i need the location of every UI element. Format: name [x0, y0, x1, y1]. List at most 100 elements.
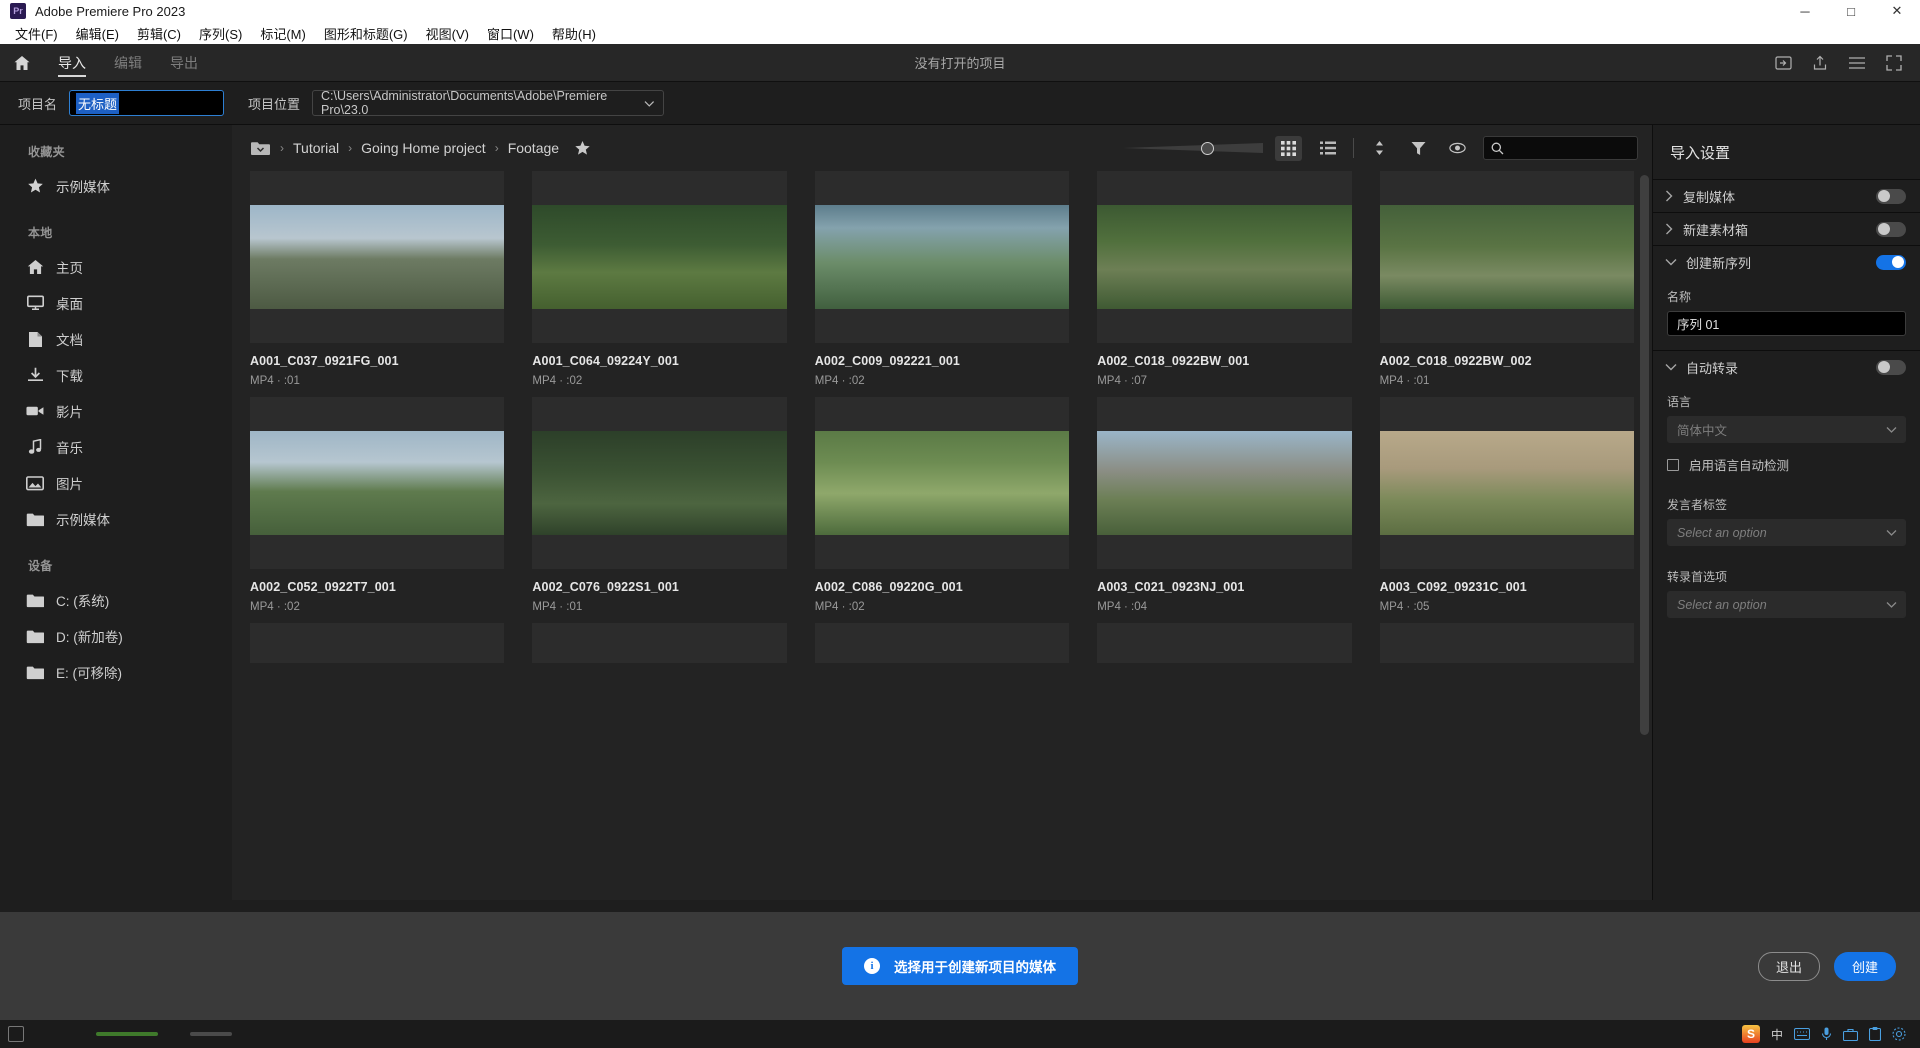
preference-select[interactable]: Select an option — [1667, 591, 1906, 618]
settings-icon[interactable] — [1892, 1027, 1906, 1041]
keyboard-icon[interactable] — [1794, 1028, 1810, 1040]
section-auto-transcribe-header[interactable]: 自动转录 — [1653, 351, 1920, 383]
language-select[interactable]: 简体中文 — [1667, 416, 1906, 443]
mode-tab-0[interactable]: 导入 — [44, 44, 100, 82]
copy-media-toggle[interactable] — [1876, 189, 1906, 204]
media-card[interactable]: A002_C076_0922S1_001MP4 · :01 — [532, 397, 786, 613]
media-thumbnail[interactable] — [250, 397, 504, 569]
project-name-input[interactable]: 无标题 — [69, 90, 224, 116]
media-thumbnail[interactable] — [1380, 397, 1634, 569]
favorite-star-icon[interactable] — [574, 140, 591, 156]
sidebar-item-2-2[interactable]: E: (可移除) — [0, 654, 232, 690]
media-thumbnail[interactable] — [1380, 171, 1634, 343]
select-media-notice[interactable]: i 选择用于创建新项目的媒体 — [842, 947, 1078, 985]
media-card[interactable]: A002_C018_0922BW_002MP4 · :01 — [1380, 171, 1634, 387]
media-card[interactable]: A001_C064_09224Y_001MP4 · :02 — [532, 171, 786, 387]
media-thumbnail[interactable] — [1097, 171, 1351, 343]
media-card-partial[interactable] — [250, 623, 504, 663]
minimize-button[interactable]: ─ — [1782, 0, 1828, 22]
sidebar-item-2-1[interactable]: D: (新加卷) — [0, 618, 232, 654]
sequence-name-input[interactable]: 序列 01 — [1667, 311, 1906, 336]
close-button[interactable]: ✕ — [1874, 0, 1920, 22]
sidebar-item-2-0[interactable]: C: (系统) — [0, 582, 232, 618]
breadcrumb-item-1[interactable]: Going Home project — [361, 140, 486, 156]
media-card[interactable]: A002_C018_0922BW_001MP4 · :07 — [1097, 171, 1351, 387]
mode-tab-2[interactable]: 导出 — [156, 44, 212, 82]
media-thumbnail[interactable] — [1097, 623, 1351, 663]
home-button[interactable] — [0, 54, 44, 72]
preview-eye-button[interactable] — [1444, 136, 1471, 161]
filter-button[interactable] — [1405, 136, 1432, 161]
media-card[interactable]: A001_C037_0921FG_001MP4 · :01 — [250, 171, 504, 387]
menu-item-8[interactable]: 帮助(H) — [543, 22, 605, 45]
list-view-button[interactable] — [1314, 136, 1341, 161]
media-thumbnail[interactable] — [532, 397, 786, 569]
menu-item-4[interactable]: 标记(M) — [251, 22, 315, 45]
taskbar-app-icon[interactable] — [8, 1026, 24, 1042]
auto-detect-language-checkbox[interactable]: 启用语言自动检测 — [1667, 455, 1906, 474]
sidebar-item-1-0[interactable]: 主页 — [0, 249, 232, 285]
slider-knob[interactable] — [1201, 142, 1214, 155]
media-card[interactable]: A003_C021_0923NJ_001MP4 · :04 — [1097, 397, 1351, 613]
section-copy-media-header[interactable]: 复制媒体 — [1653, 180, 1920, 212]
create-button[interactable]: 创建 — [1834, 952, 1896, 981]
menu-item-3[interactable]: 序列(S) — [190, 22, 251, 45]
thumbnail-size-slider[interactable] — [1123, 139, 1263, 157]
sidebar-item-1-2[interactable]: 文档 — [0, 321, 232, 357]
media-card-partial[interactable] — [1097, 623, 1351, 663]
mode-tab-1[interactable]: 编辑 — [100, 44, 156, 82]
microphone-icon[interactable] — [1821, 1027, 1832, 1041]
grid-view-button[interactable] — [1275, 136, 1302, 161]
sidebar-item-1-6[interactable]: 图片 — [0, 465, 232, 501]
media-card-partial[interactable] — [1380, 623, 1634, 663]
media-thumbnail[interactable] — [250, 623, 504, 663]
menu-item-0[interactable]: 文件(F) — [6, 22, 67, 45]
section-new-bin-header[interactable]: 新建素材箱 — [1653, 213, 1920, 245]
search-input[interactable] — [1483, 136, 1638, 160]
breadcrumb-item-2[interactable]: Footage — [508, 140, 559, 156]
new-bin-toggle[interactable] — [1876, 222, 1906, 237]
media-card-partial[interactable] — [532, 623, 786, 663]
media-card[interactable]: A002_C009_092221_001MP4 · :02 — [815, 171, 1069, 387]
vertical-scrollbar[interactable] — [1640, 175, 1649, 735]
sidebar-item-1-4[interactable]: 影片 — [0, 393, 232, 429]
media-thumbnail[interactable] — [250, 171, 504, 343]
media-thumbnail[interactable] — [815, 623, 1069, 663]
media-card[interactable]: A003_C092_09231C_001MP4 · :05 — [1380, 397, 1634, 613]
sidebar-item-1-7[interactable]: 示例媒体 — [0, 501, 232, 537]
cancel-button[interactable]: 退出 — [1758, 952, 1820, 981]
media-thumbnail[interactable] — [1097, 397, 1351, 569]
clipboard-icon[interactable] — [1869, 1027, 1881, 1041]
media-card-partial[interactable] — [815, 623, 1069, 663]
breadcrumb-item-0[interactable]: Tutorial — [293, 140, 339, 156]
auto-transcribe-toggle[interactable] — [1876, 360, 1906, 375]
menu-icon[interactable] — [1848, 56, 1866, 70]
menu-item-7[interactable]: 窗口(W) — [478, 22, 543, 45]
sidebar-item-1-3[interactable]: 下载 — [0, 357, 232, 393]
sort-button[interactable] — [1366, 136, 1393, 161]
toolbox-icon[interactable] — [1843, 1028, 1858, 1041]
sidebar-item-1-5[interactable]: 音乐 — [0, 429, 232, 465]
ime-mode-label[interactable]: 中 — [1771, 1026, 1783, 1043]
folder-dropdown-icon[interactable] — [250, 140, 271, 156]
media-thumbnail[interactable] — [1380, 623, 1634, 663]
menu-item-1[interactable]: 编辑(E) — [67, 22, 128, 45]
media-thumbnail[interactable] — [532, 171, 786, 343]
media-card[interactable]: A002_C052_0922T7_001MP4 · :02 — [250, 397, 504, 613]
new-sequence-toggle[interactable] — [1876, 255, 1906, 270]
share-icon[interactable] — [1812, 55, 1828, 71]
sidebar-item-1-1[interactable]: 桌面 — [0, 285, 232, 321]
menu-item-2[interactable]: 剪辑(C) — [128, 22, 190, 45]
ime-logo-icon[interactable]: S — [1742, 1025, 1760, 1043]
project-location-select[interactable]: C:\Users\Administrator\Documents\Adobe\P… — [312, 90, 664, 116]
media-card[interactable]: A002_C086_09220G_001MP4 · :02 — [815, 397, 1069, 613]
media-thumbnail[interactable] — [815, 171, 1069, 343]
menu-item-6[interactable]: 视图(V) — [417, 22, 478, 45]
media-thumbnail[interactable] — [532, 623, 786, 663]
section-new-sequence-header[interactable]: 创建新序列 — [1653, 246, 1920, 278]
import-workspace-icon[interactable] — [1775, 55, 1792, 71]
speaker-select[interactable]: Select an option — [1667, 519, 1906, 546]
media-thumbnail[interactable] — [815, 397, 1069, 569]
fullscreen-icon[interactable] — [1886, 55, 1902, 71]
menu-item-5[interactable]: 图形和标题(G) — [315, 22, 417, 45]
